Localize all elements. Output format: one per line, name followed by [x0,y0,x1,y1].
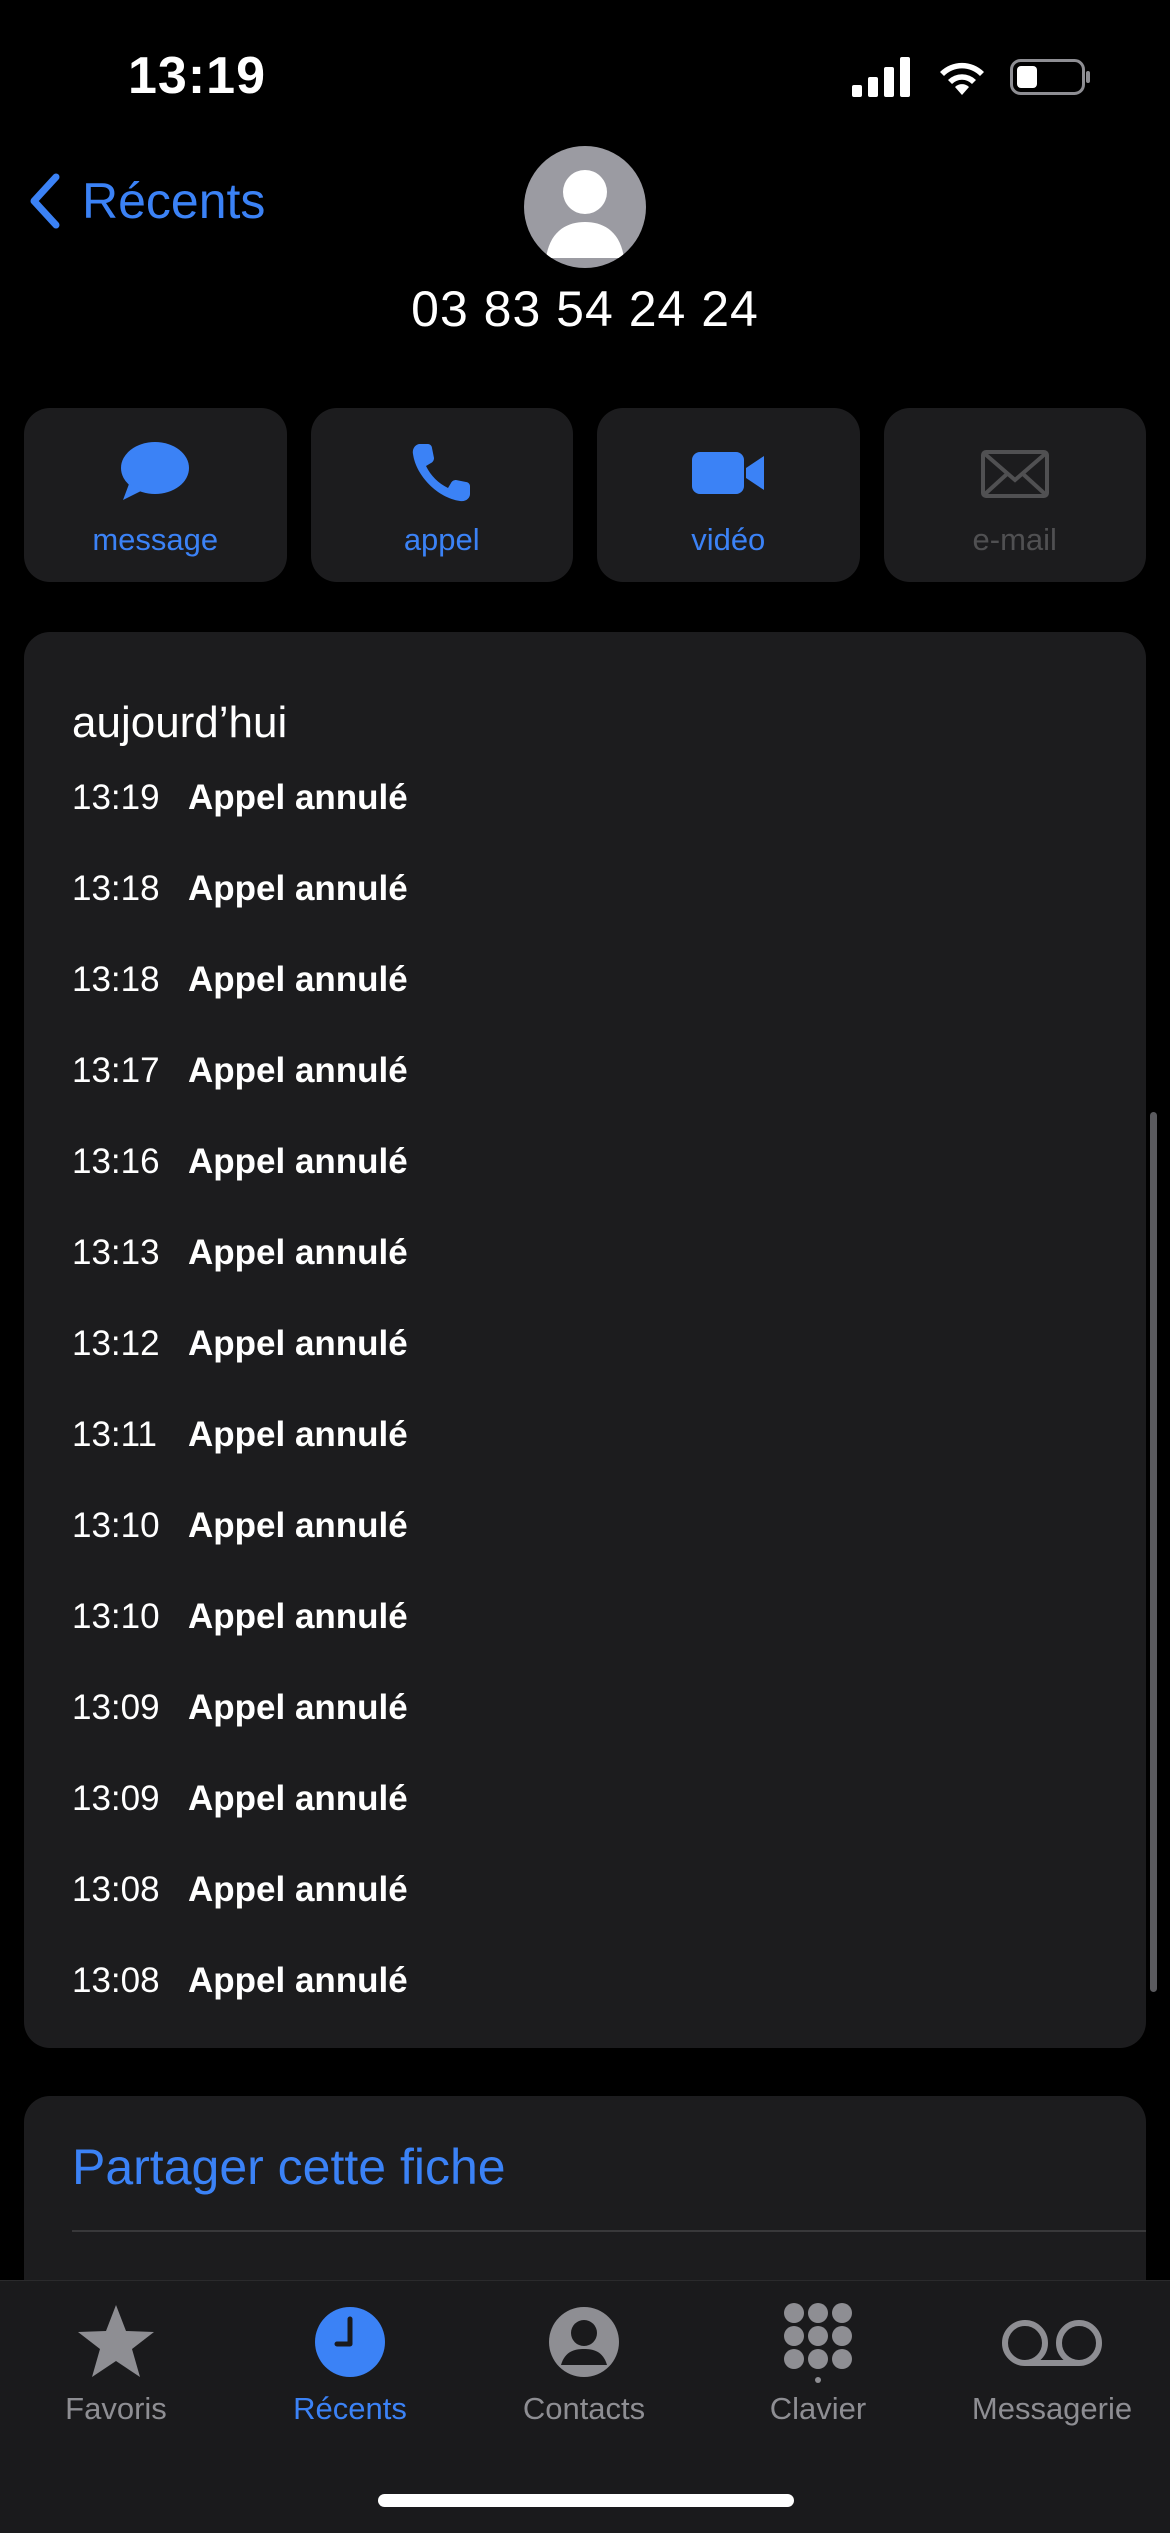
message-bubble-icon [121,442,190,500]
call-status: Appel annulé [188,1324,408,1363]
email-label: e-mail [972,522,1057,557]
tab-messagerie[interactable]: Messagerie [942,2301,1162,2427]
battery-icon [1010,59,1090,95]
divider [72,2230,1146,2232]
tab-contacts-label: Contacts [522,2391,646,2426]
call-status: Appel annulé [188,1779,408,1818]
tab-clavier-label: Clavier [769,2391,867,2426]
back-button[interactable]: Récents [26,172,265,230]
tab-contacts[interactable]: Contacts [474,2301,694,2427]
call-time: 13:09 [72,1688,160,1727]
chevron-left-icon [30,173,60,229]
contact-number: 03 83 54 24 24 [411,281,759,337]
voicemail-icon [1002,2320,1102,2366]
scrollbar[interactable] [1150,1112,1157,1992]
call-row: 13:16 Appel annulé [72,1142,408,1233]
home-indicator [378,2494,794,2507]
call-status: Appel annulé [188,778,408,817]
call-time: 13:17 [72,1051,160,1090]
phone-icon [412,444,470,502]
call-status: Appel annulé [188,1142,408,1181]
tab-favoris[interactable]: Favoris [6,2301,226,2427]
video-label: vidéo [691,522,766,557]
call-status: Appel annulé [188,1051,408,1090]
call-status: Appel annulé [188,1506,408,1545]
call-row: 13:18 Appel annulé [72,960,408,1051]
share-contact-link[interactable]: Partager cette fiche [72,2138,506,2196]
tab-recents[interactable]: Récents [240,2301,460,2427]
message-button[interactable]: message [24,408,287,582]
call-status: Appel annulé [188,869,408,908]
call-row: 13:09 Appel annulé [72,1688,408,1779]
action-buttons: message appel vidéo e-mail [24,408,1146,582]
tab-favoris-label: Favoris [65,2391,167,2426]
call-status: Appel annulé [188,1688,408,1727]
call-time: 13:18 [72,869,160,908]
envelope-icon [980,450,1049,498]
call-status: Appel annulé [188,1233,408,1272]
call-time: 13:11 [72,1415,157,1454]
call-status: Appel annulé [188,1597,408,1636]
person-silhouette-icon [546,170,624,258]
call-button[interactable]: appel [310,408,573,582]
call-time: 13:16 [72,1142,160,1181]
signal-icon [852,57,910,97]
call-row: 13:12 Appel annulé [72,1324,408,1415]
call-time: 13:19 [72,778,160,817]
call-time: 13:09 [72,1779,160,1818]
person-circle-icon [549,2307,619,2377]
call-history-list: 13:19 Appel annulé 13:18 Appel annulé 13:18 A… [72,778,408,2052]
call-row: 13:10 Appel annulé [72,1506,408,1597]
call-row: 13:19 Appel annulé [72,778,408,869]
call-time: 13:13 [72,1233,160,1272]
wifi-icon [940,62,984,95]
call-row: 13:11 Appel annulé [72,1415,408,1506]
call-status: Appel annulé [188,1870,408,1909]
call-time: 13:18 [72,960,160,999]
call-row: 13:17 Appel annulé [72,1051,408,1142]
call-row: 13:13 Appel annulé [72,1233,408,1324]
tab-recents-label: Récents [293,2391,407,2426]
call-time: 13:10 [72,1597,160,1636]
message-label: message [92,522,219,557]
call-status: Appel annulé [188,1961,408,2000]
star-icon [78,2305,154,2377]
tab-clavier[interactable]: Clavier [708,2301,928,2427]
call-row: 13:08 Appel annulé [72,1961,408,2052]
call-status: Appel annulé [188,960,408,999]
call-time: 13:10 [72,1506,160,1545]
call-time: 13:08 [72,1961,160,2000]
call-row: 13:10 Appel annulé [72,1597,408,1688]
call-row: 13:08 Appel annulé [72,1870,408,1961]
avatar [524,146,646,268]
call-status: Appel annulé [188,1415,408,1454]
status-icons [852,52,1092,102]
keypad-icon [784,2303,852,2383]
call-history-card: aujourd’hui 13:19 Appel annulé 13:18 Appel … [24,632,1146,2048]
call-label: appel [403,522,480,557]
history-date-heading: aujourd’hui [72,698,288,747]
email-button[interactable]: e-mail [883,408,1146,582]
call-time: 13:12 [72,1324,160,1363]
call-row: 13:18 Appel annulé [72,869,408,960]
video-button[interactable]: vidéo [597,408,860,582]
call-time: 13:08 [72,1870,160,1909]
call-row: 13:09 Appel annulé [72,1779,408,1870]
back-label: Récents [82,173,266,229]
clock-icon [315,2307,385,2377]
status-time: 13:19 [128,47,266,105]
tab-messagerie-label: Messagerie [971,2391,1133,2426]
video-camera-icon [692,452,765,494]
